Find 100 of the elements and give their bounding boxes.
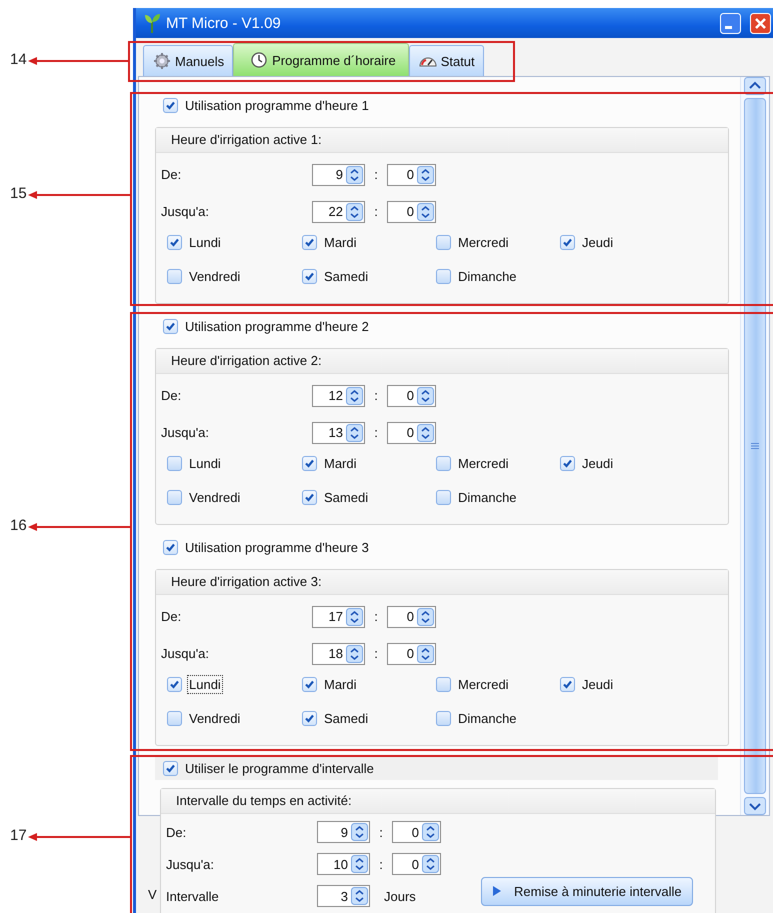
checkbox[interactable] [163, 98, 178, 112]
checkbox-label[interactable]: Utilisation programme d'heure 2 [183, 316, 371, 336]
checkbox[interactable] [436, 234, 451, 250]
spin-button[interactable] [417, 202, 434, 220]
number-spinner[interactable]: 10 [317, 853, 370, 875]
checkbox[interactable] [436, 268, 451, 284]
checkbox-label[interactable]: Mercredi [456, 232, 511, 252]
spin-button[interactable] [346, 386, 363, 404]
spin-button[interactable] [417, 608, 434, 626]
checkbox-label[interactable]: Mardi [322, 232, 359, 252]
tab[interactable]: Programme d´horaire [233, 43, 409, 76]
checkbox[interactable] [167, 490, 182, 504]
minimize-button[interactable] [720, 12, 741, 34]
number-spinner[interactable]: 17 [312, 606, 365, 628]
spin-button[interactable] [346, 424, 363, 442]
checkbox-label[interactable]: Jeudi [580, 454, 616, 472]
checkbox-label[interactable]: Dimanche [456, 266, 519, 286]
checkbox[interactable] [560, 676, 575, 692]
checkbox[interactable] [167, 676, 182, 692]
spin-button[interactable] [346, 644, 363, 662]
reset-button[interactable]: Remise à minuterie intervalle [481, 876, 693, 906]
group-title: Heure d'irrigation active 1: [156, 128, 728, 153]
checkbox[interactable] [302, 456, 317, 470]
window-title: MT Micro - V1.09 [166, 14, 281, 32]
checkbox-label[interactable]: Vendredi [187, 488, 242, 506]
tab[interactable]: Manuels [143, 45, 234, 76]
spin-button[interactable] [417, 644, 434, 662]
field-label: Jusqu'a: [161, 425, 210, 440]
spin-button[interactable] [346, 166, 363, 184]
checkbox[interactable] [560, 234, 575, 250]
number-spinner[interactable]: 3 [317, 885, 370, 907]
checkbox[interactable] [167, 456, 182, 470]
number-spinner[interactable]: 0 [387, 384, 436, 406]
checkbox[interactable] [302, 676, 317, 692]
scroll-thumb[interactable] [744, 98, 766, 794]
close-button[interactable] [750, 12, 771, 34]
number-spinner[interactable]: 0 [387, 642, 436, 664]
number-spinner[interactable]: 0 [387, 164, 436, 186]
tab[interactable]: Statut [408, 45, 484, 76]
checkbox-label[interactable]: Lundi [187, 674, 223, 694]
checkbox[interactable] [302, 490, 317, 504]
checkbox[interactable] [167, 234, 182, 250]
checkbox-label[interactable]: Utiliser le programme d'intervalle [183, 758, 376, 778]
checkbox-label[interactable]: Mercredi [456, 674, 511, 694]
checkbox-label[interactable]: Mardi [322, 674, 359, 694]
number-spinner[interactable]: 0 [387, 606, 436, 628]
spin-button[interactable] [351, 823, 368, 841]
number-spinner[interactable]: 13 [312, 422, 365, 444]
number-spinner[interactable]: 0 [392, 853, 441, 875]
checkbox-label[interactable]: Lundi [187, 454, 223, 472]
number-spinner[interactable]: 18 [312, 642, 365, 664]
number-spinner[interactable]: 9 [312, 164, 365, 186]
checkbox[interactable] [436, 710, 451, 726]
checkbox[interactable] [167, 268, 182, 284]
checkbox-label[interactable]: Vendredi [187, 708, 242, 728]
checkbox-label[interactable]: Vendredi [187, 266, 242, 286]
number-spinner[interactable]: 0 [387, 422, 436, 444]
scroll-down-button[interactable] [744, 797, 766, 815]
checkbox-label[interactable]: Dimanche [456, 488, 519, 506]
number-spinner[interactable]: 0 [387, 200, 436, 222]
checkbox-label[interactable]: Dimanche [456, 708, 519, 728]
checkbox[interactable] [560, 456, 575, 470]
checkbox-label[interactable]: Lundi [187, 232, 223, 252]
checkbox[interactable] [163, 540, 178, 554]
checkbox[interactable] [436, 676, 451, 692]
checkbox[interactable] [302, 234, 317, 250]
spin-button[interactable] [351, 887, 368, 905]
checkbox-label[interactable]: Utilisation programme d'heure 3 [183, 538, 371, 556]
checkbox[interactable] [163, 318, 178, 334]
checkbox-label[interactable]: Mardi [322, 454, 359, 472]
checkbox[interactable] [167, 710, 182, 726]
scrollbar[interactable] [740, 77, 769, 815]
number-spinner[interactable]: 9 [317, 821, 370, 843]
number-spinner[interactable]: 0 [392, 821, 441, 843]
spin-button[interactable] [422, 855, 439, 873]
grip-icon [751, 443, 759, 449]
spin-button[interactable] [346, 608, 363, 626]
spin-button[interactable] [351, 855, 368, 873]
checkbox[interactable] [302, 710, 317, 726]
checkbox-label[interactable]: Samedi [322, 488, 370, 506]
callout-number: 16 [10, 517, 27, 534]
checkbox[interactable] [163, 760, 178, 776]
spin-button[interactable] [417, 424, 434, 442]
spin-button[interactable] [346, 202, 363, 220]
field-label: De: [161, 167, 182, 182]
checkbox-label[interactable]: Samedi [322, 708, 370, 728]
checkbox-label[interactable]: Jeudi [580, 232, 616, 252]
spin-button[interactable] [417, 166, 434, 184]
checkbox-label[interactable]: Utilisation programme d'heure 1 [183, 96, 371, 114]
checkbox[interactable] [436, 456, 451, 470]
number-spinner[interactable]: 22 [312, 200, 365, 222]
checkbox[interactable] [436, 490, 451, 504]
field-label: De: [166, 824, 188, 840]
number-spinner[interactable]: 12 [312, 384, 365, 406]
checkbox-label[interactable]: Samedi [322, 266, 370, 286]
spin-button[interactable] [417, 386, 434, 404]
checkbox[interactable] [302, 268, 317, 284]
checkbox-label[interactable]: Jeudi [580, 674, 616, 694]
checkbox-label[interactable]: Mercredi [456, 454, 511, 472]
spin-button[interactable] [422, 823, 439, 841]
